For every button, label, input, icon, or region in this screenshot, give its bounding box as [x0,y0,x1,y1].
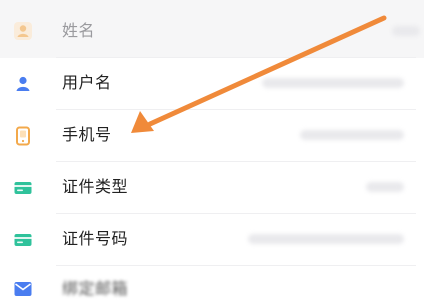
list-item-phone[interactable]: 手机号 [0,110,424,162]
id-card-icon [14,182,32,194]
field-label-phone: 手机号 [62,125,112,144]
list-item-name[interactable]: 姓名 [0,0,424,58]
field-label-username: 用户名 [62,73,112,92]
field-value-username [262,78,404,88]
id-card-icon [14,234,32,246]
mail-icon [14,282,32,296]
phone-icon [16,126,30,146]
person-icon [16,76,30,91]
field-value-id-number [248,234,404,244]
field-label-name: 姓名 [62,21,96,40]
profile-field-list: 姓名 用户名 手机号 证件类型 证件号码 绑定邮箱 [0,0,424,298]
field-value-id-type [366,182,404,192]
account-info-screen: 姓名 用户名 手机号 证件类型 证件号码 绑定邮箱 [0,0,424,298]
person-icon [14,22,32,40]
list-item-id-type[interactable]: 证件类型 [0,162,424,214]
field-value-phone [300,130,404,140]
field-label-id-type: 证件类型 [62,177,129,196]
list-item-email[interactable]: 绑定邮箱 [0,266,424,298]
field-label-id-number: 证件号码 [62,229,129,248]
list-item-id-number[interactable]: 证件号码 [0,214,424,266]
field-value-name [392,26,420,36]
list-item-username[interactable]: 用户名 [0,58,424,110]
field-label-email: 绑定邮箱 [62,279,129,298]
